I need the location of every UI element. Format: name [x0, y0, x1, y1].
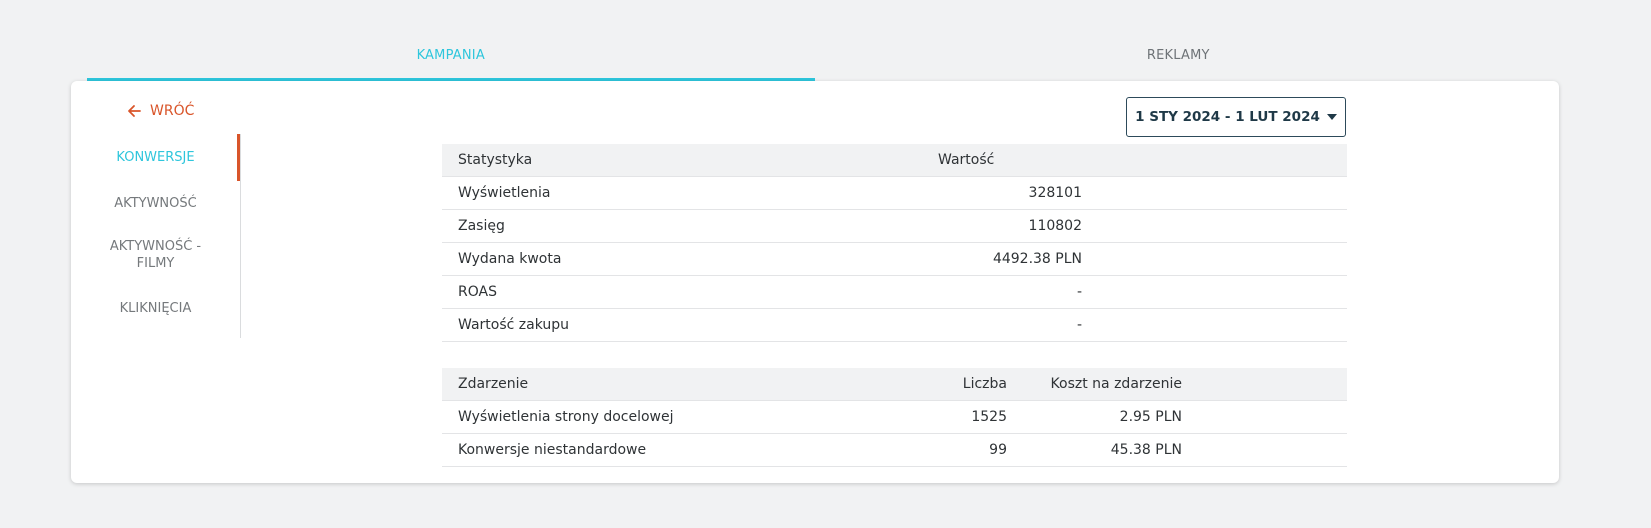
- event-cost: 45.38 PLN: [1007, 433, 1182, 467]
- cell-spacer: [1182, 400, 1347, 434]
- cell-spacer: [1182, 433, 1347, 467]
- table-header-row: Zdarzenie Liczba Koszt na zdarzenie: [442, 368, 1347, 401]
- table-row: Wyświetlenia 328101: [442, 176, 1347, 210]
- table-row: Zasięg 110802: [442, 209, 1347, 243]
- side-nav: KONWERSJE AKTYWNOŚĆ AKTYWNOŚĆ - FILMY KL…: [71, 134, 241, 338]
- event-cost: 2.95 PLN: [1007, 400, 1182, 434]
- stat-value: 4492.38 PLN: [922, 242, 1082, 276]
- stat-name: Wydana kwota: [442, 242, 922, 276]
- column-header: Statystyka: [442, 144, 922, 177]
- table-row: ROAS -: [442, 275, 1347, 309]
- tab-reklamy[interactable]: REKLAMY: [815, 34, 1543, 81]
- stat-name: Zasięg: [442, 209, 922, 243]
- cell-spacer: [1082, 242, 1347, 276]
- stat-name: ROAS: [442, 275, 922, 309]
- event-count: 1525: [922, 400, 1007, 434]
- table-row: Wyświetlenia strony docelowej 1525 2.95 …: [442, 400, 1347, 434]
- statistics-table: Statystyka Wartość Wyświetlenia 328101 Z…: [442, 144, 1347, 342]
- events-table: Zdarzenie Liczba Koszt na zdarzenie Wyśw…: [442, 368, 1347, 467]
- stat-name: Wartość zakupu: [442, 308, 922, 342]
- table-row: Wartość zakupu -: [442, 308, 1347, 342]
- date-range-dropdown[interactable]: 1 STY 2024 - 1 LUT 2024: [1126, 97, 1346, 137]
- tab-bar: KAMPANIA REKLAMY: [87, 34, 1542, 81]
- column-header: Liczba: [922, 368, 1007, 401]
- date-range-label: 1 STY 2024 - 1 LUT 2024: [1135, 109, 1320, 125]
- sidebar-item-konwersje[interactable]: KONWERSJE: [71, 149, 240, 166]
- cell-spacer: [1082, 275, 1347, 309]
- content-card: WRÓĆ KONWERSJE AKTYWNOŚĆ AKTYWNOŚĆ - FIL…: [71, 81, 1559, 483]
- column-header-spacer: [1182, 368, 1347, 401]
- stat-value: 110802: [922, 209, 1082, 243]
- event-name: Wyświetlenia strony docelowej: [442, 400, 922, 434]
- table-header-row: Statystyka Wartość: [442, 144, 1347, 177]
- cell-spacer: [1082, 209, 1347, 243]
- cell-spacer: [1082, 308, 1347, 342]
- back-label: WRÓĆ: [150, 103, 195, 119]
- sidebar-item-label: FILMY: [136, 256, 175, 271]
- stat-value: -: [922, 308, 1082, 342]
- stat-value: 328101: [922, 176, 1082, 210]
- table-row: Wydana kwota 4492.38 PLN: [442, 242, 1347, 276]
- sidebar-item-label: AKTYWNOŚĆ -: [109, 239, 202, 254]
- event-name: Konwersje niestandardowe: [442, 433, 922, 467]
- sidebar-item-aktywnosc-filmy[interactable]: AKTYWNOŚĆ - FILMY: [71, 238, 240, 272]
- sidebar-item-klikniecia[interactable]: KLIKNIĘCIA: [71, 300, 240, 317]
- table-row: Konwersje niestandardowe 99 45.38 PLN: [442, 433, 1347, 467]
- event-count: 99: [922, 433, 1007, 467]
- back-button[interactable]: WRÓĆ: [127, 103, 194, 119]
- column-header-spacer: [1082, 144, 1347, 177]
- column-header: Wartość: [922, 144, 1082, 177]
- sidebar-item-aktywnosc[interactable]: AKTYWNOŚĆ: [71, 195, 240, 212]
- arrow-left-icon: [128, 105, 141, 117]
- caret-down-icon: [1326, 114, 1337, 120]
- column-header: Koszt na zdarzenie: [1007, 368, 1182, 401]
- stat-value: -: [922, 275, 1082, 309]
- cell-spacer: [1082, 176, 1347, 210]
- column-header: Zdarzenie: [442, 368, 922, 401]
- stat-name: Wyświetlenia: [442, 176, 922, 210]
- tab-kampania[interactable]: KAMPANIA: [87, 34, 815, 81]
